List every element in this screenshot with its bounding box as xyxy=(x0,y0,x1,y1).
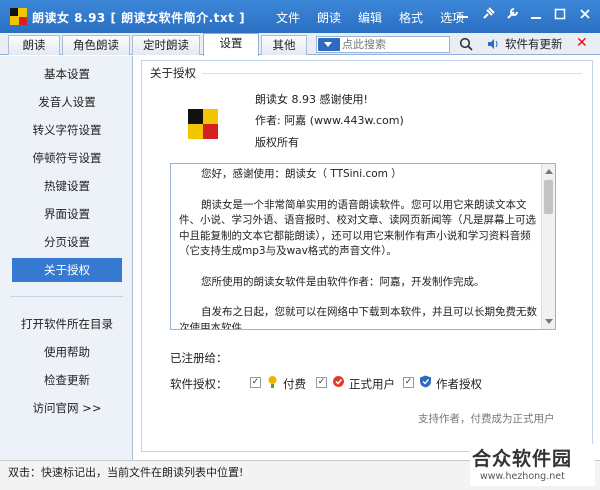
about-panel: 关于授权 朗读女 8.93 感谢使用! 作者: 阿嘉 (www.443w.com… xyxy=(141,60,593,452)
sidebar-divider xyxy=(10,296,123,297)
help-link[interactable]: 使用帮助 xyxy=(12,340,122,364)
scroll-up-icon[interactable] xyxy=(545,169,553,174)
author-line: 作者: 阿嘉 (www.443w.com) xyxy=(255,114,404,127)
tab-bar: 朗读 角色朗读 定时朗读 设置 其他 软件有更新 ✕ xyxy=(0,33,600,56)
menu-edit[interactable]: 编辑 xyxy=(358,9,382,26)
search-box xyxy=(316,36,450,53)
official-user-checkbox[interactable]: ✓ xyxy=(316,377,327,388)
textbox-scrollbar[interactable] xyxy=(541,164,555,329)
sidebar-item-paging[interactable]: 分页设置 xyxy=(12,230,122,254)
settings-icon[interactable] xyxy=(503,7,521,25)
intro-text: 您好，感谢使用：朗读女（ TTSini.com ） 朗读女是一个非常简单实用的语… xyxy=(179,167,541,330)
section-divider xyxy=(202,73,582,74)
check-update-link[interactable]: 检查更新 xyxy=(12,368,122,392)
tab-other[interactable]: 其他 xyxy=(261,35,307,55)
official-user-label: 正式用户 xyxy=(349,377,395,391)
sidebar-item-hotkeys[interactable]: 热键设置 xyxy=(12,174,122,198)
pin-icon[interactable] xyxy=(479,7,497,25)
settings-sidebar: 基本设置 发音人设置 转义字符设置 停顿符号设置 热键设置 界面设置 分页设置 … xyxy=(0,56,133,460)
update-notice[interactable]: 软件有更新 xyxy=(487,36,563,52)
tab-settings[interactable]: 设置 xyxy=(203,33,259,56)
sidebar-item-basic[interactable]: 基本设置 xyxy=(12,62,122,86)
license-label: 软件授权： xyxy=(170,377,228,391)
sidebar-item-escape-chars[interactable]: 转义字符设置 xyxy=(12,118,122,142)
search-engine-dropdown[interactable] xyxy=(318,38,340,51)
site-watermark: 合众软件园 www.hezhong.net xyxy=(470,444,595,486)
window-minimize-icon[interactable] xyxy=(527,7,545,25)
app-logo-icon xyxy=(10,8,27,25)
sidebar-item-voice[interactable]: 发音人设置 xyxy=(12,90,122,114)
speaker-icon xyxy=(487,38,499,50)
registered-to-label: 已注册给： xyxy=(170,351,228,365)
title-bar: 朗读女 8.93 [ 朗读女软件简介.txt ] 文件 朗读 编辑 格式 选项 xyxy=(0,0,600,33)
search-icon[interactable] xyxy=(459,37,473,51)
scroll-down-icon[interactable] xyxy=(545,319,553,324)
paid-label: 付费 xyxy=(283,377,306,391)
official-user-icon xyxy=(332,375,345,388)
app-logo-large-icon xyxy=(188,109,218,139)
update-label: 软件有更新 xyxy=(505,37,563,51)
tab-role-read[interactable]: 角色朗读 xyxy=(62,35,130,55)
intro-paragraph: 您好，感谢使用：朗读女（ TTSini.com ） xyxy=(201,168,402,180)
watermark-url: www.hezhong.net xyxy=(480,471,565,482)
coin-icon xyxy=(266,375,279,388)
intro-paragraph: 您所使用的朗读女软件是由软件作者：阿嘉，开发制作完成。 xyxy=(201,275,485,288)
version-thanks: 朗读女 8.93 感谢使用! xyxy=(255,93,368,106)
close-tab-icon[interactable]: ✕ xyxy=(576,35,588,51)
shield-icon xyxy=(419,375,432,388)
visit-website-link[interactable]: 访问官网 >> xyxy=(12,396,122,420)
author-auth-checkbox[interactable]: ✓ xyxy=(403,377,414,388)
menu-format[interactable]: 格式 xyxy=(399,9,423,26)
scroll-thumb[interactable] xyxy=(544,180,553,214)
tab-read[interactable]: 朗读 xyxy=(8,35,60,55)
paid-checkbox[interactable]: ✓ xyxy=(250,377,261,388)
copyright-line: 版权所有 xyxy=(255,136,299,149)
maximize-icon[interactable] xyxy=(551,7,569,25)
menu-file[interactable]: 文件 xyxy=(276,9,300,26)
watermark-name: 合众软件园 xyxy=(472,448,573,470)
intro-paragraph: 自发布之日起，您就可以在网络中下载到本软件，并且可以长期免费无数次使用本软件。 xyxy=(179,306,537,330)
menu-read[interactable]: 朗读 xyxy=(317,9,341,26)
support-author-link[interactable]: 支持作者，付费成为正式用户 xyxy=(418,411,555,426)
close-window-icon[interactable] xyxy=(576,7,594,25)
status-text: 双击：快速标记出，当前文件在朗读列表中位置! xyxy=(8,466,244,479)
sidebar-item-pause-symbols[interactable]: 停顿符号设置 xyxy=(12,146,122,170)
sidebar-item-about[interactable]: 关于授权 xyxy=(12,258,122,282)
menu-bar: 文件 朗读 编辑 格式 选项 xyxy=(276,9,481,26)
tab-timed-read[interactable]: 定时朗读 xyxy=(132,35,200,55)
license-row: 软件授权： ✓ 付费 ✓ 正式用户 ✓ 作者授权 xyxy=(170,375,570,391)
intro-paragraph: 朗读女是一个非常简单实用的语音朗读软件。您可以用它来朗读文本文件、小说、学习外语… xyxy=(179,198,536,258)
minimize-icon[interactable] xyxy=(454,7,472,25)
intro-textbox[interactable]: 您好，感谢使用：朗读女（ TTSini.com ） 朗读女是一个非常简单实用的语… xyxy=(170,163,556,330)
sidebar-item-interface[interactable]: 界面设置 xyxy=(12,202,122,226)
search-input[interactable] xyxy=(342,37,448,52)
author-auth-label: 作者授权 xyxy=(436,377,482,391)
section-title: 关于授权 xyxy=(150,66,196,80)
window-title: 朗读女 8.93 [ 朗读女软件简介.txt ] xyxy=(32,11,246,25)
open-folder-link[interactable]: 打开软件所在目录 xyxy=(12,312,122,336)
